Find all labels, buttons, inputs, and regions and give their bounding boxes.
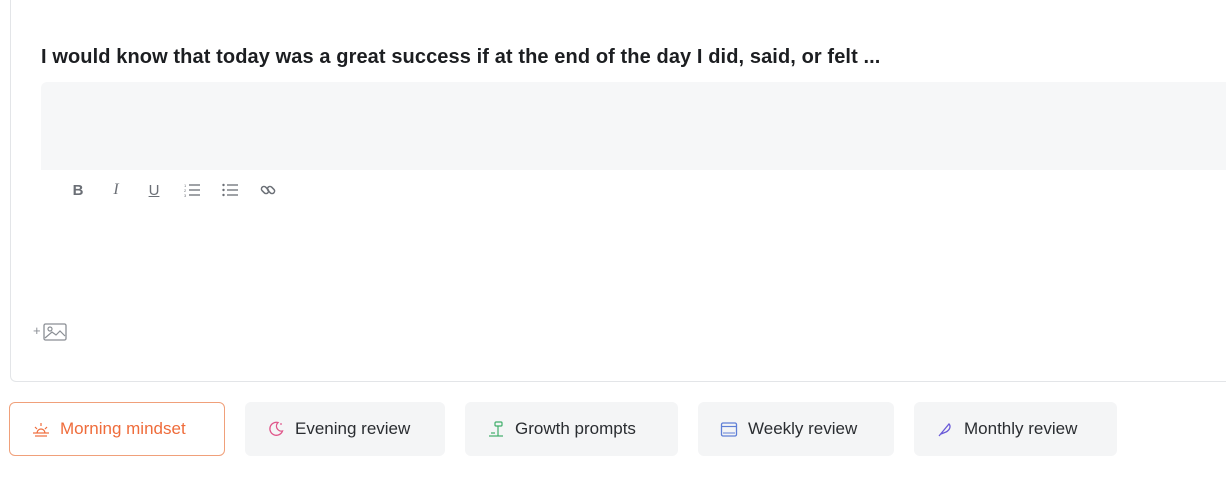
link-icon xyxy=(260,182,276,198)
bullet-list-icon xyxy=(222,183,238,197)
bullet-list-button[interactable] xyxy=(211,178,249,202)
sunrise-icon xyxy=(32,420,50,438)
svg-text:3: 3 xyxy=(184,193,187,197)
italic-button[interactable]: I xyxy=(97,178,135,202)
underline-button[interactable]: U xyxy=(135,178,173,202)
tab-growth-prompts[interactable]: Growth prompts xyxy=(465,402,678,456)
prompt-title: I would know that today was a great succ… xyxy=(41,46,881,68)
ordered-list-button[interactable]: 1 2 3 xyxy=(173,178,211,202)
tab-label: Weekly review xyxy=(748,419,858,438)
tab-evening-review[interactable]: Evening review xyxy=(245,402,445,456)
bold-button[interactable]: B xyxy=(59,178,97,202)
moon-icon xyxy=(267,420,285,438)
sprout-icon xyxy=(487,420,505,438)
answer-text-area[interactable] xyxy=(41,82,1226,170)
tab-label: Monthly review xyxy=(964,419,1078,438)
formatting-toolbar: B I U 1 2 3 xyxy=(59,178,287,202)
link-button[interactable] xyxy=(249,178,287,202)
calendar-icon xyxy=(720,420,738,438)
tab-monthly-review[interactable]: Monthly review xyxy=(914,402,1117,456)
prompt-card: I would know that today was a great succ… xyxy=(10,0,1226,382)
plus-icon: + xyxy=(33,323,41,338)
ordered-list-icon: 1 2 3 xyxy=(184,183,200,197)
image-icon xyxy=(42,322,67,347)
tab-label: Morning mindset xyxy=(60,419,186,438)
tab-weekly-review[interactable]: Weekly review xyxy=(698,402,894,456)
add-image-button[interactable]: + xyxy=(33,322,83,348)
tab-label: Evening review xyxy=(295,419,411,438)
tab-label: Growth prompts xyxy=(515,419,636,438)
tab-morning-mindset[interactable]: Morning mindset xyxy=(9,402,225,456)
feather-icon xyxy=(936,420,954,438)
